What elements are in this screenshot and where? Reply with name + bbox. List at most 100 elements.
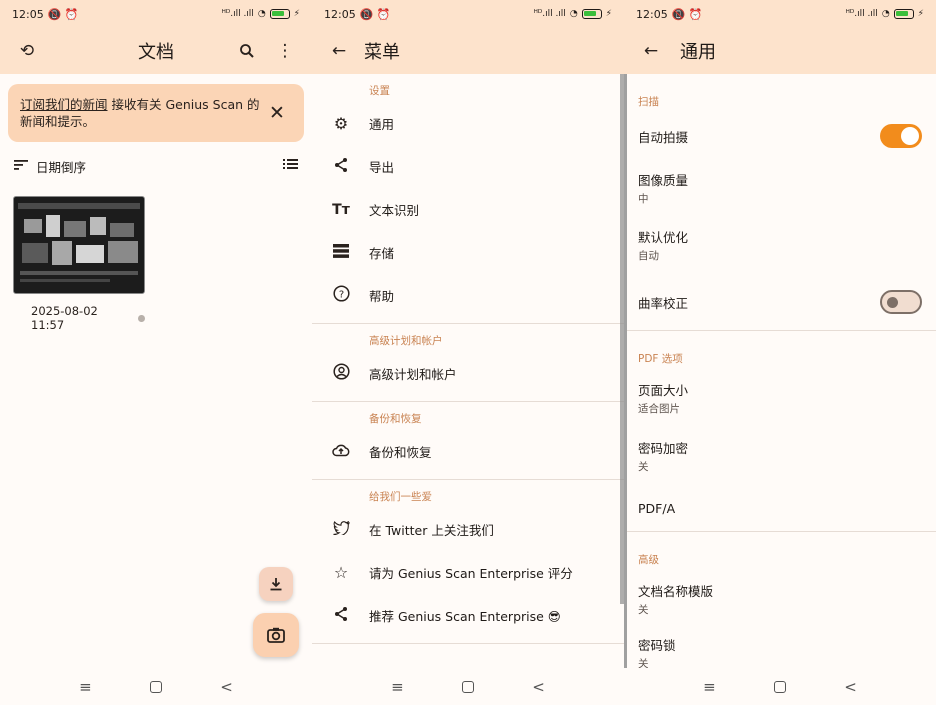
menu-item-help[interactable]: ? 帮助 [312, 274, 624, 317]
menu-item-premium-account[interactable]: 高级计划和帐户 [312, 352, 624, 395]
sort-icon [14, 159, 28, 174]
subscribe-link[interactable]: 订阅我们的新闻 [20, 97, 108, 112]
banner-text: 订阅我们的新闻 接收有关 Genius Scan 的新闻和提示。 [20, 96, 260, 130]
charging-icon: ⚡ [293, 9, 300, 19]
setting-value: 适合图片 [638, 403, 680, 415]
document-card[interactable]: 2025-08-02 11:57 [13, 196, 145, 332]
back-nav-icon[interactable]: < [532, 678, 545, 696]
divider [312, 643, 624, 644]
setting-value: 自动 [638, 250, 659, 262]
page-title: 菜单 [364, 42, 400, 63]
menu-item-ocr[interactable]: Tт 文本识别 [312, 188, 624, 231]
back-arrow-icon[interactable]: ← [326, 38, 352, 64]
sync-status-dot [138, 314, 145, 322]
help-icon: ? [326, 285, 356, 306]
section-header-scan: 扫描 [638, 96, 659, 108]
menu-item-recommend[interactable]: 推荐 Genius Scan Enterprise 😎 [312, 594, 624, 637]
setting-curvature-correction[interactable]: 曲率校正 [624, 274, 936, 330]
status-bar: 12:05 📵 ⏰ ᴴᴰ.ıll .ıll ◔ ⚡ [312, 0, 624, 28]
back-nav-icon[interactable]: < [844, 678, 857, 696]
section-header-pdf: PDF 选项 [638, 353, 683, 365]
setting-default-optimization[interactable]: 默认优化 自动 [624, 216, 936, 274]
sort-label: 日期倒序 [36, 159, 87, 175]
setting-password-encryption[interactable]: 密码加密关 [624, 427, 936, 485]
menu-item-twitter[interactable]: 在 Twitter 上关注我们 [312, 508, 624, 551]
recents-icon[interactable]: ≡ [79, 678, 92, 696]
scan-camera-button[interactable] [253, 613, 299, 657]
section-header-settings: 设置 [369, 85, 390, 97]
system-nav-bar: ≡ < [0, 668, 312, 705]
home-icon[interactable] [774, 680, 786, 693]
setting-title: PDF/A [638, 500, 676, 516]
gear-icon: ⚙ [333, 114, 349, 133]
close-icon[interactable]: ✕ [264, 100, 290, 126]
setting-pdfa[interactable]: PDF/A [624, 485, 936, 531]
menu-item-label: 通用 [369, 117, 395, 132]
status-time: 12:05 [324, 7, 356, 21]
setting-value: 关 [638, 461, 649, 473]
scroll-indicator [624, 74, 627, 668]
setting-image-quality[interactable]: 图像质量中 [624, 160, 936, 216]
setting-title: 页面大小 [638, 383, 689, 398]
menu-item-label: 备份和恢复 [369, 445, 432, 460]
import-button[interactable] [259, 567, 293, 601]
svg-text:?: ? [338, 290, 343, 301]
wifi-icon: ◔ [881, 9, 890, 19]
section-header-love: 给我们一些爱 [369, 491, 432, 503]
status-bar: 12:05 📵 ⏰ ᴴᴰ.ıll .ıll ◔ ⚡ [0, 0, 312, 28]
menu-item-rate[interactable]: ☆ 请为 Genius Scan Enterprise 评分 [312, 551, 624, 594]
menu-item-export[interactable]: 导出 [312, 145, 624, 188]
wifi-icon: ◔ [569, 9, 578, 19]
setting-auto-capture[interactable]: 自动拍摄 [624, 112, 936, 160]
battery-icon [581, 9, 602, 19]
star-icon: ☆ [333, 563, 349, 582]
setting-title: 图像质量 [638, 173, 689, 188]
back-nav-icon[interactable]: < [220, 678, 233, 696]
battery-icon [269, 9, 290, 19]
menu-item-general[interactable]: ⚙ 通用 [312, 102, 624, 145]
general-settings-screen: 12:05 📵 ⏰ ᴴᴰ.ıll .ıll ◔ ⚡ ← 通用 扫描 自动拍摄 图像质量… [624, 0, 936, 705]
menu-item-label: 高级计划和帐户 [369, 367, 457, 382]
section-header-advanced: 高级 [638, 554, 659, 566]
sync-icon[interactable]: ⟲ [14, 38, 40, 64]
more-options-icon[interactable]: ⋮ [272, 38, 298, 64]
section-header-backup: 备份和恢复 [369, 413, 422, 425]
menu-item-label: 文本识别 [369, 203, 420, 218]
setting-page-size[interactable]: 页面大小 适合图片 [624, 369, 936, 427]
status-icons: 📵 ⏰ [671, 7, 703, 21]
sort-button[interactable]: 日期倒序 [14, 157, 86, 176]
recents-icon[interactable]: ≡ [391, 678, 404, 696]
setting-value: 中 [638, 193, 649, 205]
text-recognition-icon: Tт [332, 201, 350, 218]
list-view-icon[interactable] [283, 158, 298, 174]
status-time: 12:05 [12, 7, 44, 21]
charging-icon: ⚡ [605, 9, 612, 19]
status-time: 12:05 [636, 7, 668, 21]
menu-item-label: 帮助 [369, 289, 395, 304]
curvature-toggle[interactable] [880, 290, 922, 314]
system-nav-bar: ≡ < [624, 668, 936, 705]
status-icons: 📵 ⏰ [359, 7, 391, 21]
back-arrow-icon[interactable]: ← [638, 38, 664, 64]
signal-icon: ᴴᴰ.ıll .ıll [845, 9, 878, 19]
home-icon[interactable] [150, 680, 162, 693]
setting-name-template[interactable]: 文档名称模版关 [624, 570, 936, 628]
auto-capture-toggle[interactable] [880, 124, 922, 148]
document-thumbnail[interactable] [13, 196, 145, 294]
search-icon[interactable] [234, 38, 260, 64]
signal-icon: ᴴᴰ.ıll .ıll [533, 9, 566, 19]
setting-title: 密码锁 [638, 638, 676, 653]
menu-item-backup[interactable]: 备份和恢复 [312, 430, 624, 473]
menu-item-label: 存储 [369, 246, 395, 261]
menu-item-label: 在 Twitter 上关注我们 [369, 523, 494, 538]
status-bar: 12:05 📵 ⏰ ᴴᴰ.ıll .ıll ◔ ⚡ [624, 0, 936, 28]
menu-item-storage[interactable]: 存储 [312, 231, 624, 274]
section-header-premium: 高级计划和帐户 [369, 335, 443, 347]
recents-icon[interactable]: ≡ [703, 678, 716, 696]
document-date: 2025-08-02 11:57 [13, 304, 145, 332]
menu-item-label: 导出 [369, 160, 395, 175]
top-app-bar: ← 菜单 [312, 28, 624, 74]
menu-item-label: 请为 Genius Scan Enterprise 评分 [369, 566, 573, 581]
setting-title: 默认优化 [638, 230, 689, 245]
home-icon[interactable] [462, 680, 474, 693]
